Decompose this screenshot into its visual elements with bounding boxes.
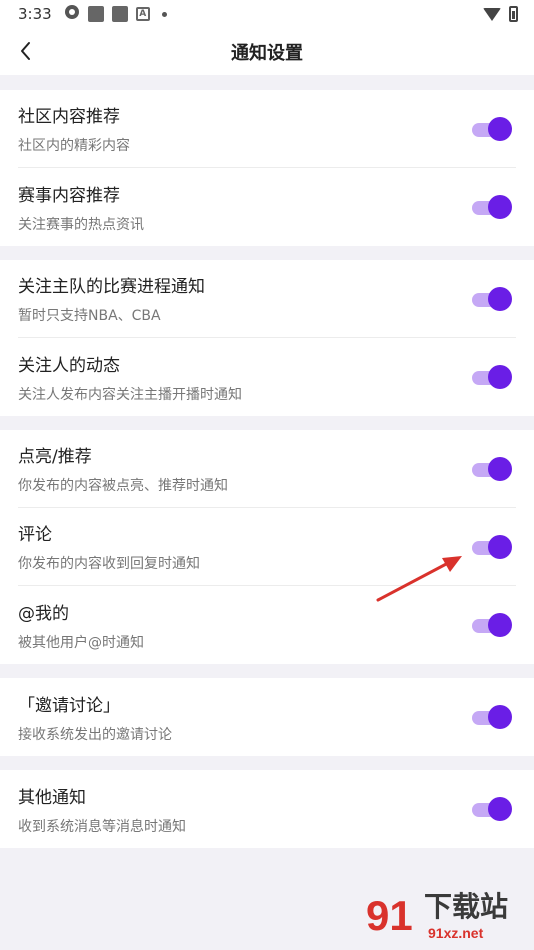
toggle-knob (488, 365, 512, 389)
setting-text: 赛事内容推荐 关注赛事的热点资讯 (18, 181, 144, 234)
setting-title: 「邀请讨论」 (18, 695, 120, 716)
toggle-knob (488, 456, 512, 481)
setting-toggle[interactable] (472, 195, 512, 219)
wifi-icon (483, 7, 501, 21)
settings-group: 点亮/推荐 你发布的内容被点亮、推荐时通知 评论 你发布的内容收到回复时通知 @… (0, 430, 534, 664)
setting-title: 关注人的动态 (18, 355, 120, 376)
setting-text: @我的 被其他用户@时通知 (18, 599, 144, 652)
setting-row: 「邀请讨论」 接收系统发出的邀请讨论 (18, 678, 516, 756)
app-square-icon (87, 6, 104, 22)
setting-row: 评论 你发布的内容收到回复时通知 (18, 508, 516, 586)
settings-group: 其他通知 收到系统消息等消息时通知 (0, 770, 534, 848)
setting-toggle[interactable] (472, 286, 512, 311)
setting-text: 评论 你发布的内容收到回复时通知 (18, 520, 200, 573)
setting-title: @我的 (18, 603, 69, 624)
toggle-knob (488, 797, 512, 821)
setting-subtitle: 关注赛事的热点资讯 (18, 216, 144, 233)
setting-toggle[interactable] (472, 116, 512, 141)
toggle-knob (488, 195, 512, 219)
setting-title: 评论 (18, 525, 52, 545)
setting-subtitle: 被其他用户@时通知 (18, 634, 144, 651)
settings-group: 关注主队的比赛进程通知 暂时只支持NBA、CBA 关注人的动态 关注人发布内容关… (0, 260, 534, 416)
battery-icon (509, 6, 518, 22)
setting-toggle[interactable] (472, 456, 512, 481)
setting-row: 关注人的动态 关注人发布内容关注主播开播时通知 (18, 338, 516, 416)
watermark-brand: 下载站 (424, 890, 508, 923)
watermark-logo-text: 91 (366, 892, 413, 939)
setting-text: 关注人的动态 关注人发布内容关注主播开播时通知 (18, 351, 242, 404)
setting-subtitle: 接收系统发出的邀请讨论 (18, 726, 172, 743)
setting-toggle[interactable] (472, 365, 512, 389)
watermark-logo: 91 下载站 91xz.net (366, 890, 508, 941)
more-dot-icon (161, 11, 167, 17)
setting-text: 社区内容推荐 社区内的精彩内容 (18, 102, 130, 155)
page-title: 通知设置 (231, 42, 303, 64)
status-time: 3:33 (18, 5, 52, 23)
setting-row: @我的 被其他用户@时通知 (18, 586, 516, 664)
setting-text: 「邀请讨论」 接收系统发出的邀请讨论 (18, 691, 172, 744)
setting-toggle[interactable] (472, 705, 512, 729)
setting-toggle[interactable] (472, 613, 512, 637)
setting-subtitle: 你发布的内容被点亮、推荐时通知 (18, 478, 228, 494)
setting-text: 其他通知 收到系统消息等消息时通知 (18, 783, 186, 836)
setting-title: 社区内容推荐 (18, 107, 120, 127)
app-square-icon-2 (111, 6, 128, 22)
back-button[interactable] (14, 38, 40, 64)
toggle-knob (488, 705, 512, 729)
setting-row: 点亮/推荐 你发布的内容被点亮、推荐时通知 (18, 430, 516, 508)
setting-toggle[interactable] (472, 797, 512, 821)
setting-subtitle: 你发布的内容收到回复时通知 (18, 556, 200, 572)
setting-title: 赛事内容推荐 (18, 185, 120, 206)
setting-row: 关注主队的比赛进程通知 暂时只支持NBA、CBA (18, 260, 516, 338)
setting-row: 社区内容推荐 社区内的精彩内容 (18, 90, 516, 168)
setting-subtitle: 收到系统消息等消息时通知 (18, 818, 186, 835)
setting-row: 其他通知 收到系统消息等消息时通知 (18, 770, 516, 848)
setting-title: 其他通知 (18, 787, 86, 808)
setting-subtitle: 关注人发布内容关注主播开播时通知 (18, 386, 242, 403)
toggle-knob (488, 534, 512, 559)
toggle-knob (488, 613, 512, 637)
setting-row: 赛事内容推荐 关注赛事的热点资讯 (18, 168, 516, 246)
setting-subtitle: 暂时只支持NBA、CBA (18, 308, 161, 324)
toggle-knob (488, 116, 512, 141)
settings-group: 社区内容推荐 社区内的精彩内容 赛事内容推荐 关注赛事的热点资讯 (0, 90, 534, 246)
setting-title: 关注主队的比赛进程通知 (18, 277, 205, 297)
chevron-left-icon (21, 42, 30, 60)
setting-toggle[interactable] (472, 534, 512, 559)
app-shutter-icon (64, 4, 80, 24)
setting-title: 点亮/推荐 (18, 447, 92, 467)
app-a-icon: A (135, 7, 150, 21)
status-bar: 3:33 A (0, 0, 534, 28)
settings-group: 「邀请讨论」 接收系统发出的邀请讨论 (0, 678, 534, 756)
setting-text: 关注主队的比赛进程通知 暂时只支持NBA、CBA (18, 272, 205, 325)
setting-subtitle: 社区内的精彩内容 (18, 138, 130, 154)
page-header: 通知设置 (0, 28, 534, 75)
watermark-url: 91xz.net (428, 925, 484, 941)
toggle-knob (488, 286, 512, 311)
settings-list: 社区内容推荐 社区内的精彩内容 赛事内容推荐 关注赛事的热点资讯 关注主队的比赛… (0, 75, 534, 848)
setting-text: 点亮/推荐 你发布的内容被点亮、推荐时通知 (18, 442, 228, 495)
